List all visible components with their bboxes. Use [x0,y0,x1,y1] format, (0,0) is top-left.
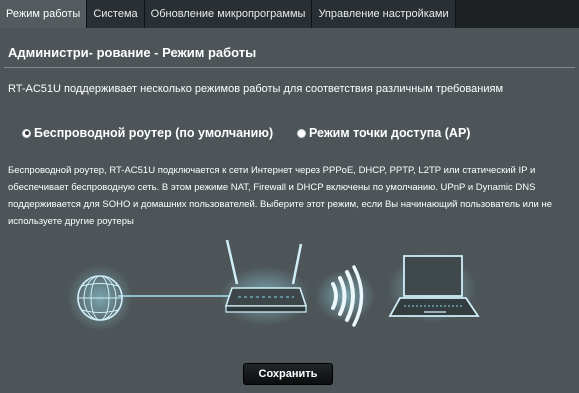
globe-icon [67,265,133,331]
mode-selector: Беспроводной роутер (по умолчанию) Режим… [22,126,562,144]
wireless-waves-icon [315,265,375,327]
router-mode-label: Беспроводной роутер (по умолчанию) [34,126,274,140]
mode-illustration [67,239,480,331]
tab-system[interactable]: Система [87,0,145,28]
page-title: Администри- рование - Режим работы [8,45,257,60]
laptop-icon [387,253,480,323]
save-button[interactable]: Сохранить [243,363,333,385]
ap-mode-label: Режим точки доступа (AP) [309,126,471,140]
ap-mode-option[interactable]: Режим точки доступа (AP) [297,126,470,140]
tab-settings-management[interactable]: Управление настройками [312,0,456,28]
tab-bar-filler [455,0,579,28]
tab-operation-mode[interactable]: Режим работы [0,0,88,28]
title-divider [4,67,575,68]
mode-description: Беспроводной роутер, RT-AC51U подключает… [8,165,553,227]
router-mode-radio[interactable] [22,128,31,138]
router-mode-option[interactable]: Беспроводной роутер (по умолчанию) [22,126,273,140]
intro-text: RT-AC51U поддерживает несколько режимов … [8,83,503,95]
router-icon [220,239,310,326]
tab-bar: Режим работы Система Обновление микропро… [0,0,579,28]
tab-firmware-upgrade[interactable]: Обновление микропрограммы [144,0,313,28]
ap-mode-radio[interactable] [297,128,306,138]
